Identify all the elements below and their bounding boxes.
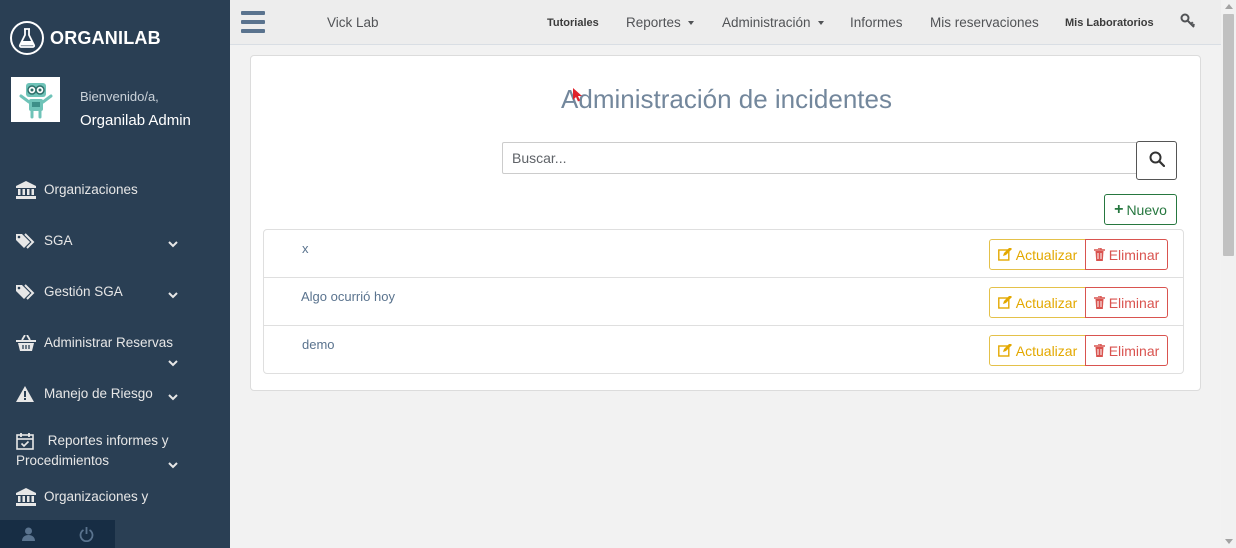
page-scrollbar[interactable] xyxy=(1221,0,1236,548)
tags-icon xyxy=(16,231,38,251)
sidebar-item-label: Administrar Reservas xyxy=(44,335,174,350)
mouse-cursor-icon xyxy=(573,88,583,107)
delete-button-label: Eliminar xyxy=(1108,246,1160,263)
caret-down-icon xyxy=(817,21,824,25)
update-button-label: Actualizar xyxy=(1015,342,1078,359)
sidebar-item-label: Manejo de Riesgo xyxy=(44,386,153,401)
basket-icon xyxy=(16,333,38,353)
sidebar-item-label: Organizaciones y xyxy=(44,489,149,504)
trash-icon xyxy=(1093,296,1105,309)
incidents-panel: Administración de incidentes + Nuevo x A… xyxy=(250,55,1201,391)
list-item: x Actualizar Eliminar xyxy=(264,230,1183,278)
delete-button-label: Eliminar xyxy=(1108,294,1160,311)
incident-name[interactable]: Algo ocurrió hoy xyxy=(301,289,395,304)
top-navbar: Vick Lab Tutoriales Reportes Administrac… xyxy=(230,0,1236,45)
delete-button-label: Eliminar xyxy=(1108,342,1160,359)
sidebar-item-sga[interactable]: SGA xyxy=(0,217,230,268)
list-item: Algo ocurrió hoy Actualizar Eliminar xyxy=(264,278,1183,326)
chevron-down-icon xyxy=(168,457,178,472)
update-button-label: Actualizar xyxy=(1015,246,1078,263)
new-incident-button[interactable]: + Nuevo xyxy=(1104,194,1177,225)
new-button-label: Nuevo xyxy=(1126,201,1167,218)
caret-down-icon xyxy=(687,21,694,25)
user-profile: Bienvenido/a, Organilab Admin xyxy=(11,77,191,129)
tags-icon xyxy=(16,282,38,302)
sidebar-footer xyxy=(0,520,115,548)
username: Organilab Admin xyxy=(80,112,191,129)
update-button-label: Actualizar xyxy=(1015,294,1078,311)
scroll-down-arrow-icon[interactable] xyxy=(1225,539,1233,544)
scroll-up-arrow-icon[interactable] xyxy=(1225,4,1233,9)
sidebar-item-riesgo[interactable]: Manejo de Riesgo xyxy=(0,370,230,421)
avatar xyxy=(11,77,60,122)
update-button[interactable]: Actualizar xyxy=(989,287,1086,318)
trash-icon xyxy=(1093,248,1105,261)
edit-icon xyxy=(997,296,1012,309)
nav-administration-label: Administración xyxy=(722,15,811,30)
sidebar-item-label: Gestión SGA xyxy=(44,284,123,299)
edit-icon xyxy=(997,248,1012,261)
key-icon[interactable] xyxy=(1180,13,1196,34)
update-button[interactable]: Actualizar xyxy=(989,335,1086,366)
edit-icon xyxy=(997,344,1012,357)
nav-informs[interactable]: Informes xyxy=(850,15,903,30)
incident-name[interactable]: x xyxy=(302,241,309,256)
flask-icon xyxy=(10,21,44,55)
update-button[interactable]: Actualizar xyxy=(989,239,1086,270)
sidebar-item-label: Organizaciones xyxy=(44,182,138,197)
trash-icon xyxy=(1093,344,1105,357)
menu-toggle-icon[interactable] xyxy=(241,11,265,33)
sidebar-item-gestion-sga[interactable]: Gestión SGA xyxy=(0,268,230,319)
sidebar-item-organizaciones[interactable]: Organizaciones xyxy=(0,166,230,217)
search-button[interactable] xyxy=(1136,141,1177,180)
plus-icon: + xyxy=(1114,200,1124,218)
welcome-text: Bienvenido/a, xyxy=(80,89,159,104)
chevron-down-icon xyxy=(168,355,178,370)
chevron-down-icon xyxy=(168,389,178,404)
nav-administration-dropdown[interactable]: Administración xyxy=(722,15,824,30)
nav-tutorials[interactable]: Tutoriales xyxy=(547,17,599,29)
search-icon xyxy=(1149,151,1165,170)
sidebar-item-label: Reportes informes y Procedimientos xyxy=(16,433,169,468)
page-title: Administración de incidentes xyxy=(561,84,892,114)
sidebar-menu: Organizaciones SGA Gestión SGA Administr… xyxy=(0,166,230,534)
sidebar-item-label: SGA xyxy=(44,233,73,248)
delete-button[interactable]: Eliminar xyxy=(1085,335,1168,366)
chevron-down-icon xyxy=(168,287,178,302)
search-input[interactable] xyxy=(502,142,1137,174)
delete-button[interactable]: Eliminar xyxy=(1085,239,1168,270)
user-icon[interactable] xyxy=(0,520,58,548)
calendar-check-icon xyxy=(16,431,38,451)
power-icon[interactable] xyxy=(58,520,116,548)
brand[interactable]: ORGANILAB xyxy=(10,20,161,56)
nav-reports-dropdown[interactable]: Reportes xyxy=(626,15,694,30)
sidebar-item-reportes[interactable]: Reportes informes y Procedimientos xyxy=(0,421,230,483)
chevron-down-icon xyxy=(168,236,178,251)
brand-name: ORGANILAB xyxy=(50,27,161,48)
nav-reports-label: Reportes xyxy=(626,15,681,30)
nav-reservations[interactable]: Mis reservaciones xyxy=(930,15,1039,30)
nav-lab-name[interactable]: Vick Lab xyxy=(327,15,379,30)
nav-my-labs[interactable]: Mis Laboratorios xyxy=(1065,17,1154,29)
warning-icon xyxy=(16,384,38,404)
sidebar-item-reservas[interactable]: Administrar Reservas xyxy=(0,319,230,370)
incident-list: x Actualizar Eliminar Algo ocurrió hoy A… xyxy=(263,229,1184,374)
scroll-thumb[interactable] xyxy=(1223,14,1234,256)
bank-icon xyxy=(16,180,38,200)
delete-button[interactable]: Eliminar xyxy=(1085,287,1168,318)
incident-name[interactable]: demo xyxy=(302,337,335,352)
list-item: demo Actualizar Eliminar xyxy=(264,326,1183,374)
bank-icon xyxy=(16,487,38,507)
sidebar: ORGANILAB Bienvenido/a, Organilab Admin xyxy=(0,0,230,548)
